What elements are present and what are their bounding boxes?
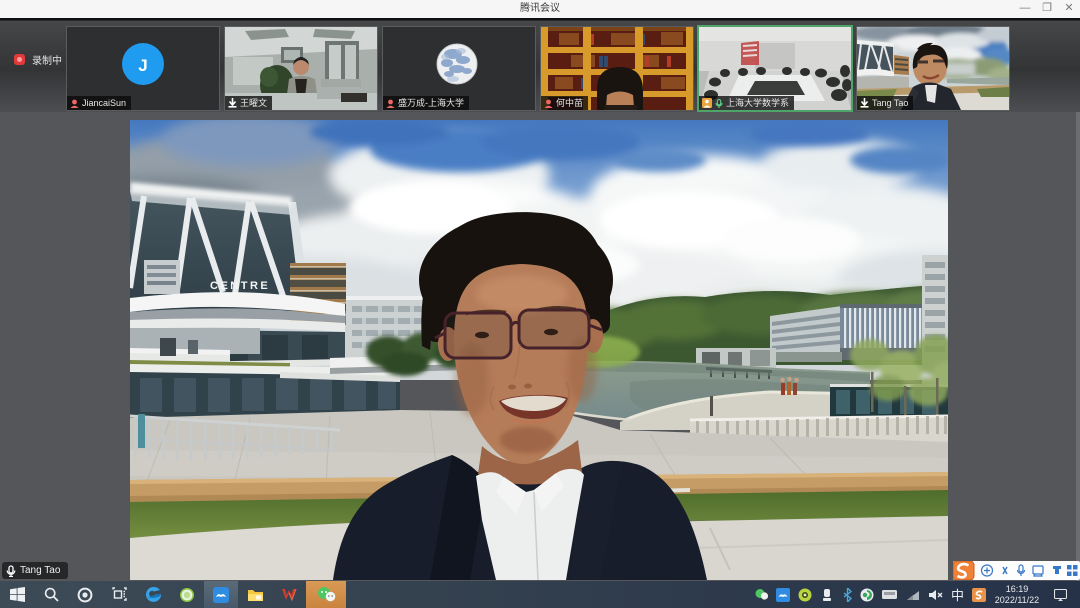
svg-text:CENTRE: CENTRE	[210, 280, 270, 292]
svg-text:J: J	[138, 56, 147, 75]
